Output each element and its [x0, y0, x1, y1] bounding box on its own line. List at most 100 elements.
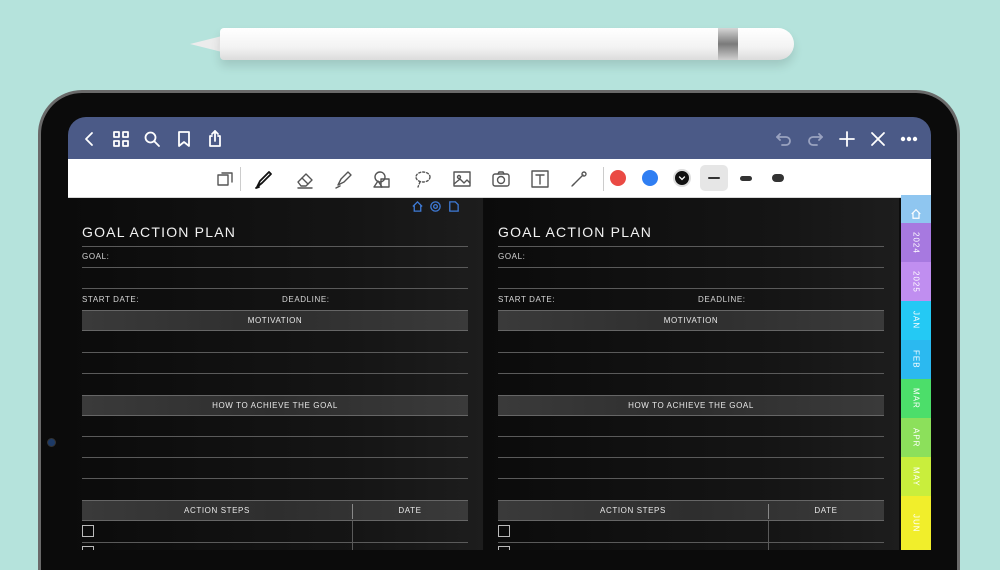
tab-jun[interactable]: JUN: [901, 496, 931, 550]
page-spread: GOAL ACTION PLAN GOAL: START DATE: DEADL…: [68, 198, 901, 550]
right-page[interactable]: GOAL ACTION PLAN GOAL: START DATE: DEADL…: [484, 198, 899, 550]
pencil-band: [718, 28, 738, 60]
toolbar-divider: [240, 167, 241, 191]
undo-icon[interactable]: [772, 127, 796, 151]
back-icon[interactable]: [78, 127, 102, 151]
color-swatch-blue[interactable]: [642, 170, 658, 186]
writing-line: [498, 457, 884, 458]
start-date-label: START DATE:: [498, 295, 556, 304]
writing-line: [82, 373, 468, 374]
page-title: GOAL ACTION PLAN: [82, 224, 237, 240]
action-steps-header: ACTION STEPS DATE: [82, 500, 468, 521]
thickness-medium-button[interactable]: [732, 165, 760, 191]
home-icon[interactable]: [411, 200, 424, 213]
pen-icon[interactable]: [252, 167, 276, 191]
redo-icon[interactable]: [803, 127, 827, 151]
goal-label: GOAL:: [82, 252, 110, 261]
eraser-icon[interactable]: [293, 167, 317, 191]
writing-line: [498, 288, 884, 289]
camera-tool-icon[interactable]: [489, 167, 513, 191]
writing-line: [498, 267, 884, 268]
action-steps-label: ACTION STEPS: [184, 506, 250, 515]
writing-line: [498, 436, 884, 437]
action-steps-label: ACTION STEPS: [600, 506, 666, 515]
action-step-checkbox[interactable]: [498, 546, 510, 550]
home-icon: [911, 208, 921, 219]
writing-line: [82, 436, 468, 437]
left-page[interactable]: GOAL ACTION PLAN GOAL: START DATE: DEADL…: [68, 198, 483, 550]
text-icon[interactable]: [528, 167, 552, 191]
column-divider: [352, 521, 353, 550]
tab-2024[interactable]: 2024: [901, 223, 931, 263]
writing-line: [498, 478, 884, 479]
more-icon[interactable]: [897, 127, 921, 151]
how-to-achieve-header: HOW TO ACHIEVE THE GOAL: [82, 395, 468, 416]
camera-icon: [47, 438, 56, 447]
action-step-checkbox[interactable]: [82, 525, 94, 537]
divider: [82, 246, 468, 247]
tab-mar[interactable]: MAR: [901, 379, 931, 419]
side-tabs: 2024 2025 JAN FEB MAR APR MAY JUN: [901, 195, 931, 550]
page-icon[interactable]: [447, 200, 460, 213]
tab-label: APR: [911, 427, 921, 448]
shapes-icon[interactable]: [370, 167, 394, 191]
laser-pointer-icon[interactable]: [567, 167, 591, 191]
date-label: DATE: [814, 506, 838, 515]
tab-feb[interactable]: FEB: [901, 340, 931, 380]
writing-line: [82, 288, 468, 289]
color-swatch-red[interactable]: [610, 170, 626, 186]
writing-line: [82, 352, 468, 353]
writing-line: [82, 457, 468, 458]
highlighter-icon[interactable]: [332, 167, 356, 191]
page-shortcuts: [411, 200, 460, 213]
deadline-label: DEADLINE:: [698, 295, 746, 304]
chevron-down-icon: [678, 176, 686, 181]
page-view-icon[interactable]: [213, 167, 237, 191]
motivation-header: MOTIVATION: [498, 310, 884, 331]
tab-label: MAY: [911, 466, 921, 487]
thickness-thin-button[interactable]: [700, 165, 728, 191]
pencil-tip: [190, 36, 222, 52]
target-icon[interactable]: [429, 200, 442, 213]
action-steps-header: ACTION STEPS DATE: [498, 500, 884, 521]
date-label: DATE: [398, 506, 422, 515]
action-step-checkbox[interactable]: [82, 546, 94, 550]
tab-label: 2025: [911, 270, 921, 293]
tab-apr[interactable]: APR: [901, 418, 931, 458]
search-icon[interactable]: [140, 127, 164, 151]
tab-2025[interactable]: 2025: [901, 262, 931, 302]
writing-line: [82, 542, 468, 543]
close-icon[interactable]: [866, 127, 890, 151]
pencil-body: [220, 28, 794, 60]
toolbar-divider: [603, 167, 604, 191]
tab-label: JAN: [911, 311, 921, 330]
share-icon[interactable]: [203, 127, 227, 151]
tab-may[interactable]: MAY: [901, 457, 931, 497]
tab-label: 2024: [911, 231, 921, 254]
tab-label: JUN: [911, 513, 921, 533]
action-step-checkbox[interactable]: [498, 525, 510, 537]
writing-line: [498, 542, 884, 543]
lasso-icon[interactable]: [411, 167, 435, 191]
thickness-thick-button[interactable]: [764, 165, 792, 191]
image-icon[interactable]: [450, 167, 474, 191]
navigation-bar: [68, 117, 931, 159]
how-to-achieve-header: HOW TO ACHIEVE THE GOAL: [498, 395, 884, 416]
writing-line: [82, 267, 468, 268]
screen: GOAL ACTION PLAN GOAL: START DATE: DEADL…: [68, 117, 931, 550]
goal-label: GOAL:: [498, 252, 526, 261]
motivation-header: MOTIVATION: [82, 310, 468, 331]
add-icon[interactable]: [835, 127, 859, 151]
divider: [498, 246, 884, 247]
tab-jan[interactable]: JAN: [901, 301, 931, 341]
page-title: GOAL ACTION PLAN: [498, 224, 653, 240]
color-swatch-black[interactable]: [673, 169, 691, 187]
column-divider: [768, 521, 769, 550]
writing-line: [498, 352, 884, 353]
grid-icon[interactable]: [109, 127, 133, 151]
drawing-toolbar: [68, 159, 931, 198]
tab-label: FEB: [911, 350, 921, 369]
bookmark-icon[interactable]: [172, 127, 196, 151]
writing-line: [82, 478, 468, 479]
writing-line: [498, 373, 884, 374]
